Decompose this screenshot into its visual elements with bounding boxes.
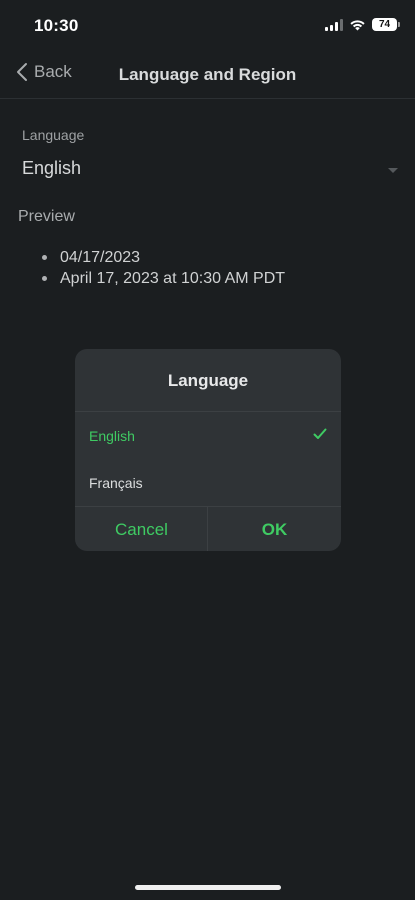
- preview-item-long-date: April 17, 2023 at 10:30 AM PDT: [40, 268, 285, 289]
- signal-icon: [325, 18, 343, 31]
- preview-item-short-date: 04/17/2023: [40, 247, 285, 268]
- wifi-icon: [350, 19, 365, 30]
- status-icons: 74: [325, 18, 400, 31]
- navigation-bar: Back Language and Region: [0, 52, 415, 99]
- preview-heading: Preview: [18, 208, 75, 225]
- home-indicator[interactable]: [135, 885, 281, 890]
- check-icon: [313, 428, 327, 439]
- language-dialog: Language English Français Cancel OK: [75, 349, 341, 551]
- language-select[interactable]: English: [22, 158, 400, 184]
- status-time: 10:30: [34, 16, 79, 35]
- caret-down-icon: [388, 168, 398, 173]
- battery-level: 74: [378, 19, 391, 30]
- dialog-title: Language: [167, 371, 249, 390]
- language-label: Language: [22, 127, 85, 143]
- option-francais-label: Français: [89, 475, 143, 491]
- ok-button[interactable]: OK: [208, 507, 341, 551]
- language-select-value: English: [22, 158, 82, 178]
- page-title: Language and Region: [118, 65, 297, 84]
- preview-list: 04/17/2023 April 17, 2023 at 10:30 AM PD…: [40, 247, 285, 289]
- status-bar: 10:30 74: [0, 0, 415, 52]
- option-english[interactable]: English: [75, 412, 341, 458]
- cancel-button[interactable]: Cancel: [75, 507, 208, 551]
- battery-icon: 74: [372, 18, 400, 31]
- option-francais[interactable]: Français: [75, 459, 341, 505]
- language-and-region-screen: 10:30 74 Back Language and Region Langua…: [0, 0, 415, 900]
- dialog-actions: Cancel OK: [75, 506, 341, 551]
- option-english-label: English: [89, 428, 135, 444]
